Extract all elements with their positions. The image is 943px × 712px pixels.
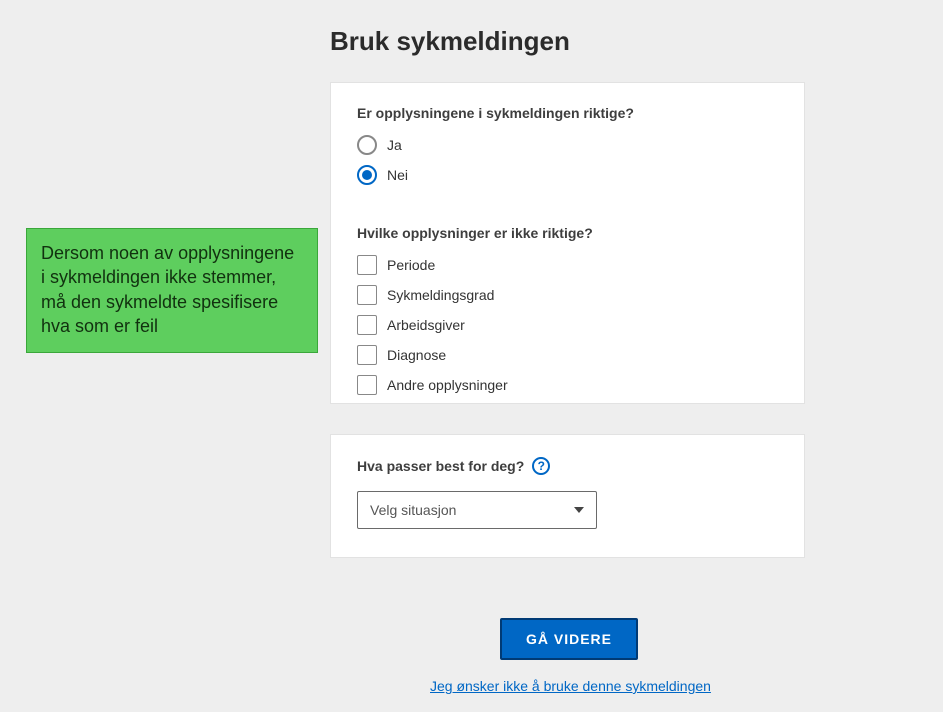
q2-label: Hvilke opplysninger er ikke riktige? xyxy=(357,225,778,241)
check-sykmeldingsgrad-label: Sykmeldingsgrad xyxy=(387,287,494,303)
check-arbeidsgiver[interactable]: Arbeidsgiver xyxy=(357,315,778,335)
q3-label: Hva passer best for deg? xyxy=(357,458,524,474)
page-title: Bruk sykmeldingen xyxy=(330,26,570,57)
check-diagnose-label: Diagnose xyxy=(387,347,446,363)
check-sykmeldingsgrad[interactable]: Sykmeldingsgrad xyxy=(357,285,778,305)
radio-dot-icon xyxy=(362,170,372,180)
panel-situasjon: Hva passer best for deg? ? Velg situasjo… xyxy=(330,434,805,558)
checkbox-icon xyxy=(357,285,377,305)
check-periode-label: Periode xyxy=(387,257,435,273)
situasjon-select-value: Velg situasjon xyxy=(370,502,456,518)
check-andre-label: Andre opplysninger xyxy=(387,377,508,393)
help-icon[interactable]: ? xyxy=(532,457,550,475)
q3-label-row: Hva passer best for deg? ? xyxy=(357,457,778,475)
situasjon-select[interactable]: Velg situasjon xyxy=(357,491,597,529)
checkbox-icon xyxy=(357,315,377,335)
callout-note: Dersom noen av opplysningene i sykmeldin… xyxy=(26,228,318,353)
checkbox-icon xyxy=(357,255,377,275)
chevron-down-icon xyxy=(574,507,584,513)
radio-ja-label: Ja xyxy=(387,137,402,153)
check-periode[interactable]: Periode xyxy=(357,255,778,275)
radio-nei-label: Nei xyxy=(387,167,408,183)
check-arbeidsgiver-label: Arbeidsgiver xyxy=(387,317,465,333)
radio-ja[interactable]: Ja xyxy=(357,135,778,155)
radio-nei[interactable]: Nei xyxy=(357,165,778,185)
radio-icon xyxy=(357,165,377,185)
check-andre-opplysninger[interactable]: Andre opplysninger xyxy=(357,375,778,395)
q1-label: Er opplysningene i sykmeldingen riktige? xyxy=(357,105,778,121)
checkbox-icon xyxy=(357,375,377,395)
continue-button[interactable]: GÅ VIDERE xyxy=(500,618,638,660)
radio-icon xyxy=(357,135,377,155)
check-diagnose[interactable]: Diagnose xyxy=(357,345,778,365)
checkbox-icon xyxy=(357,345,377,365)
panel-opplysninger: Er opplysningene i sykmeldingen riktige?… xyxy=(330,82,805,404)
decline-link[interactable]: Jeg ønsker ikke å bruke denne sykmelding… xyxy=(430,678,711,694)
